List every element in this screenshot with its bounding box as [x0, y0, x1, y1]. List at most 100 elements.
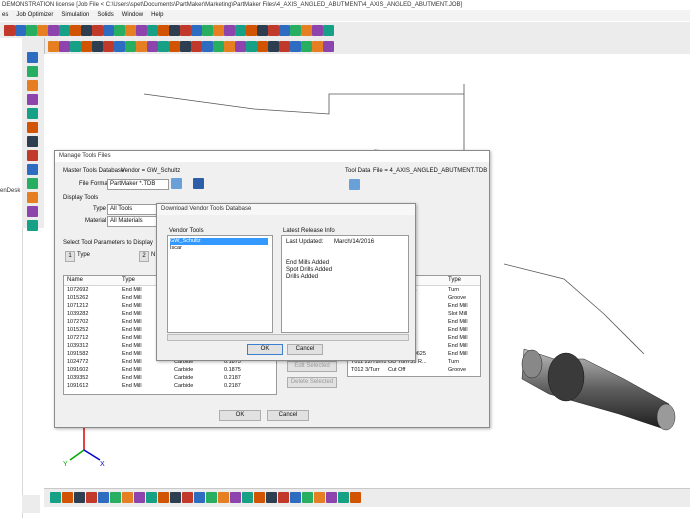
toolbar-icon[interactable] — [114, 25, 125, 36]
vendor-ok-button[interactable]: OK — [247, 344, 283, 355]
toolbar-icon[interactable] — [170, 492, 181, 503]
bottom-left-icon[interactable] — [22, 495, 40, 513]
delete-selected-button[interactable]: Delete Selected — [287, 377, 337, 388]
toolbar-icon[interactable] — [81, 41, 92, 52]
toolbar-icon[interactable] — [302, 492, 313, 503]
param1-button[interactable]: 1 — [65, 251, 75, 262]
toolbar-icon[interactable] — [312, 41, 323, 52]
table-row[interactable]: 1039352 End Mill Carbide 0.2187 — [64, 375, 276, 382]
tool-icon[interactable] — [27, 206, 38, 217]
toolbar-icon[interactable] — [134, 492, 145, 503]
tool-icon[interactable] — [27, 220, 38, 231]
toolbar-icon[interactable] — [246, 25, 257, 36]
toolbar-icon[interactable] — [290, 492, 301, 503]
manage-ok-button[interactable]: OK — [219, 410, 261, 421]
toolbar-icon[interactable] — [290, 25, 301, 36]
toolbar-icon[interactable] — [326, 492, 337, 503]
toolbar-icon[interactable] — [224, 25, 235, 36]
toolbar-icon[interactable] — [224, 41, 235, 52]
toolbar-icon[interactable] — [158, 41, 169, 52]
toolbar-icon[interactable] — [169, 25, 180, 36]
toolbar-icon[interactable] — [338, 492, 349, 503]
toolbar-icon[interactable] — [242, 492, 253, 503]
toolbar-icon[interactable] — [81, 25, 92, 36]
toolbar-icon[interactable] — [301, 41, 312, 52]
toolbar-icon[interactable] — [314, 492, 325, 503]
toolbar-icon[interactable] — [194, 492, 205, 503]
toolbar-icon[interactable] — [180, 41, 191, 52]
toolbar-icon[interactable] — [92, 25, 103, 36]
toolbar-icon[interactable] — [257, 25, 268, 36]
toolbar-icon[interactable] — [62, 492, 73, 503]
toolbar-icon[interactable] — [323, 25, 334, 36]
col-type-right[interactable]: Type — [448, 276, 461, 285]
toolbar-icon[interactable] — [48, 25, 59, 36]
toolbar-icon[interactable] — [182, 492, 193, 503]
toolbar-icon[interactable] — [4, 25, 15, 36]
toolbar-icon[interactable] — [202, 25, 213, 36]
tool-icon[interactable] — [27, 192, 38, 203]
toolbar-icon[interactable] — [125, 25, 136, 36]
toolbar-icon[interactable] — [158, 492, 169, 503]
toolbar-icon[interactable] — [191, 25, 202, 36]
toolbar-icon[interactable] — [158, 25, 169, 36]
toolbar-icon[interactable] — [114, 41, 125, 52]
toolbar-icon[interactable] — [279, 25, 290, 36]
toolbar-icon[interactable] — [279, 41, 290, 52]
table-row[interactable]: T012 3/Turr Cut Off Groove — [348, 367, 480, 374]
toolbar-icon[interactable] — [290, 41, 301, 52]
toolbar-icon[interactable] — [266, 492, 277, 503]
tool-icon[interactable] — [27, 108, 38, 119]
tool-icon[interactable] — [27, 122, 38, 133]
menu-item-es[interactable]: es — [2, 10, 8, 21]
toolbar-icon[interactable] — [74, 492, 85, 503]
folder-open-icon[interactable] — [349, 179, 360, 190]
tool-icon[interactable] — [27, 178, 38, 189]
tool-icon[interactable] — [27, 52, 38, 63]
menu-item-window[interactable]: Window — [122, 10, 143, 21]
table-row[interactable]: 1091612 End Mill Carbide 0.2187 — [64, 383, 276, 390]
toolbar-icon[interactable] — [350, 492, 361, 503]
toolbar-icon[interactable] — [206, 492, 217, 503]
col-type[interactable]: Type — [122, 276, 135, 285]
menu-item-simulation[interactable]: Simulation — [61, 10, 89, 21]
toolbar-icon[interactable] — [202, 41, 213, 52]
vendor-list-item[interactable]: GW_Schultz — [170, 238, 268, 245]
save-icon[interactable] — [193, 178, 204, 189]
toolbar-icon[interactable] — [125, 41, 136, 52]
toolbar-icon[interactable] — [147, 41, 158, 52]
tool-icon[interactable] — [27, 136, 38, 147]
toolbar-icon[interactable] — [169, 41, 180, 52]
toolbar-icon[interactable] — [70, 25, 81, 36]
vendor-list[interactable]: GW_Schultz Iscar — [167, 235, 273, 333]
folder-icon[interactable] — [171, 178, 182, 189]
toolbar-icon[interactable] — [146, 492, 157, 503]
menu-item-solids[interactable]: Solids — [97, 10, 113, 21]
table-row[interactable]: 1091602 End Mill Carbide 0.1875 — [64, 367, 276, 374]
param2-button[interactable]: 2 — [139, 251, 149, 262]
toolbar-icon[interactable] — [268, 41, 279, 52]
toolbar-icon[interactable] — [257, 41, 268, 52]
tool-icon[interactable] — [27, 66, 38, 77]
tool-icon[interactable] — [27, 150, 38, 161]
toolbar-icon[interactable] — [103, 25, 114, 36]
toolbar-icon[interactable] — [15, 25, 26, 36]
toolbar-icon[interactable] — [59, 25, 70, 36]
toolbar-icon[interactable] — [268, 25, 279, 36]
toolbar-icon[interactable] — [50, 492, 61, 503]
toolbar-icon[interactable] — [103, 41, 114, 52]
toolbar-icon[interactable] — [191, 41, 202, 52]
toolbar-icon[interactable] — [278, 492, 289, 503]
toolbar-icon[interactable] — [147, 25, 158, 36]
toolbar-icon[interactable] — [301, 25, 312, 36]
toolbar-icon[interactable] — [230, 492, 241, 503]
toolbar-icon[interactable] — [213, 41, 224, 52]
manage-cancel-button[interactable]: Cancel — [267, 410, 309, 421]
vendor-cancel-button[interactable]: Cancel — [287, 344, 323, 355]
toolbar-icon[interactable] — [70, 41, 81, 52]
toolbar-icon[interactable] — [235, 41, 246, 52]
toolbar-icon[interactable] — [218, 492, 229, 503]
toolbar-icon[interactable] — [246, 41, 257, 52]
menu-item-help[interactable]: Help — [151, 10, 163, 21]
file-format-select[interactable]: PartMaker *.TDB — [107, 179, 169, 190]
